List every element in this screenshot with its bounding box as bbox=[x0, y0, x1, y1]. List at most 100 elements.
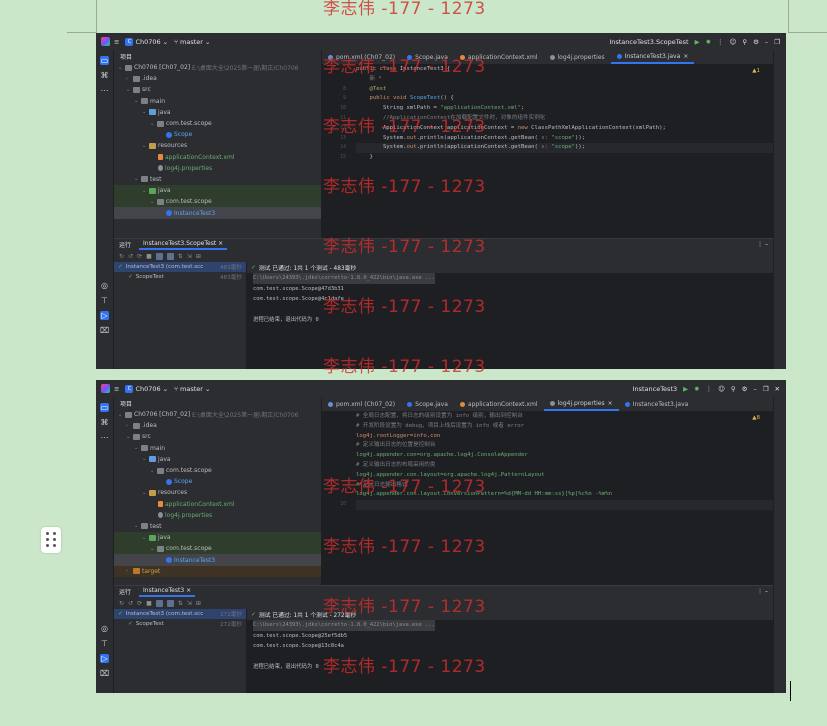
tree-item-applicationcontext[interactable]: applicationContext.xml bbox=[114, 499, 321, 510]
run-icon[interactable]: ▶ bbox=[683, 385, 688, 393]
tree-item-idea[interactable]: › .idea bbox=[114, 420, 321, 431]
show-passed-toggle[interactable] bbox=[155, 599, 163, 607]
test-result-row[interactable]: ✓ ScopeTest 483毫秒 bbox=[114, 272, 246, 282]
branch-switcher[interactable]: ⑂ master ⌄ bbox=[174, 385, 210, 393]
run-config-selector[interactable]: InstanceTest3 bbox=[633, 385, 678, 393]
settings-icon[interactable]: ⚙ bbox=[742, 385, 748, 393]
rerun-icon[interactable]: ↻ bbox=[119, 600, 124, 607]
settings-icon[interactable]: ⚙ bbox=[753, 38, 759, 46]
branch-switcher[interactable]: ⑂ master ⌄ bbox=[174, 38, 210, 46]
tab-applicationcontext[interactable]: applicationContext.xml bbox=[454, 50, 544, 64]
services-tool-icon[interactable]: ◎ bbox=[100, 624, 109, 633]
more-icon[interactable]: ⋮ bbox=[706, 385, 713, 393]
rerun-failed-icon[interactable]: ↺ bbox=[128, 253, 133, 260]
tree-item-test[interactable]: ⌄ test bbox=[114, 174, 321, 185]
tree-item-main[interactable]: ⌄ main bbox=[114, 443, 321, 454]
drag-handle-icon[interactable] bbox=[41, 527, 61, 553]
code-content[interactable]: # 全局日志配置，将日志的级别设置为 info 级别，输出到控制台 # 开发阶段… bbox=[340, 412, 774, 585]
test-result-row[interactable]: ✓ InstanceTest3 (com.test.scc 272毫秒 bbox=[114, 609, 246, 619]
rerun-icon[interactable]: ↻ bbox=[119, 253, 124, 260]
close-icon[interactable]: × bbox=[608, 400, 613, 407]
expand-icon[interactable]: ⊞ bbox=[196, 253, 201, 260]
run-tool-icon[interactable]: ▷ bbox=[100, 654, 109, 663]
tree-item-main-java[interactable]: ⌄ java bbox=[114, 107, 321, 118]
tab-applicationcontext[interactable]: applicationContext.xml bbox=[454, 397, 544, 411]
tree-item-resources[interactable]: ⌄ resources bbox=[114, 487, 321, 498]
search-icon[interactable]: ⚲ bbox=[742, 38, 747, 46]
restore-icon[interactable]: ❐ bbox=[763, 385, 769, 393]
tab-pom[interactable]: pom.xml (Ch07_02) bbox=[322, 397, 401, 411]
tree-item-src[interactable]: ⌄ src bbox=[114, 431, 321, 442]
run-config-selector[interactable]: InstanceTest3.ScopeTest bbox=[609, 38, 688, 46]
tree-item-log4j[interactable]: log4j.properties bbox=[114, 510, 321, 521]
project-switcher[interactable]: C Ch0706 ⌄ bbox=[125, 37, 168, 46]
menu-icon[interactable]: ≡ bbox=[114, 38, 119, 46]
stop-icon[interactable]: ■ bbox=[146, 253, 152, 260]
project-switcher[interactable]: C Ch0706 ⌄ bbox=[125, 384, 168, 393]
tree-item-main[interactable]: ⌄ main bbox=[114, 96, 321, 107]
toggle-auto-test-icon[interactable]: ⟳ bbox=[137, 253, 142, 260]
structure-tool-icon[interactable]: ⌘ bbox=[100, 418, 109, 427]
sort-icon[interactable]: ⇅ bbox=[178, 253, 183, 260]
show-ignored-toggle[interactable] bbox=[166, 599, 174, 607]
more-tools-icon[interactable]: ⋯ bbox=[100, 433, 109, 442]
test-result-row[interactable]: ✓ ScopeTest 272毫秒 bbox=[114, 619, 246, 629]
more-icon[interactable]: ⋮ – bbox=[757, 241, 774, 248]
menu-icon[interactable]: ≡ bbox=[114, 385, 119, 393]
tree-item-src[interactable]: ⌄ src bbox=[114, 84, 321, 95]
import-icon[interactable]: ⇲ bbox=[187, 253, 192, 260]
tree-item-target[interactable]: › target bbox=[114, 565, 321, 577]
tab-log4j[interactable]: log4j.properties × bbox=[543, 397, 619, 411]
tree-item-instancetest3[interactable]: InstanceTest3 bbox=[114, 554, 321, 566]
build-tool-icon[interactable]: ⊤ bbox=[100, 296, 109, 305]
build-tool-icon[interactable]: ⊤ bbox=[100, 639, 109, 648]
search-icon[interactable]: ⚲ bbox=[731, 385, 736, 393]
tree-item-package-main[interactable]: ⌄ com.test.scope bbox=[114, 465, 321, 476]
tree-item-test[interactable]: ⌄ test bbox=[114, 521, 321, 532]
stop-icon[interactable]: ■ bbox=[146, 600, 152, 607]
tab-instancetest3[interactable]: InstanceTest3.java × bbox=[610, 50, 695, 64]
terminal-tool-icon[interactable]: ⌧ bbox=[100, 326, 109, 335]
tab-instancetest3[interactable]: InstanceTest3.java bbox=[619, 397, 695, 411]
debug-icon[interactable]: ✹ bbox=[694, 385, 699, 393]
run-tab[interactable]: InstanceTest3.ScopeTest × bbox=[139, 239, 228, 250]
tab-pom[interactable]: pom.xml (Ch07_02) bbox=[322, 50, 401, 64]
tab-scope[interactable]: Scope.java bbox=[401, 50, 454, 64]
tree-item-scope[interactable]: Scope bbox=[114, 129, 321, 140]
console-output[interactable]: ✓ 测试 已通过: 1共 1 个测试 - 483毫秒 C:\Users\24393… bbox=[247, 262, 774, 369]
tree-item-test-java[interactable]: ⌄ java bbox=[114, 185, 321, 197]
tree-item-applicationcontext[interactable]: applicationContext.xml bbox=[114, 152, 321, 163]
test-result-row[interactable]: ✓ InstanceTest3 (com.test.scc 483毫秒 bbox=[114, 262, 246, 272]
project-tool-icon[interactable]: ▭ bbox=[100, 403, 109, 412]
structure-tool-icon[interactable]: ⌘ bbox=[100, 71, 109, 80]
show-ignored-toggle[interactable] bbox=[166, 252, 174, 260]
terminal-tool-icon[interactable]: ⌧ bbox=[100, 669, 109, 678]
tree-item-root[interactable]: ⌄ Ch0706 [Ch07_02] E:\桌面大全\2025第一届\期正/Ch0… bbox=[114, 409, 321, 420]
tree-item-resources[interactable]: ⌄ resources bbox=[114, 140, 321, 151]
toggle-auto-test-icon[interactable]: ⟳ bbox=[137, 600, 142, 607]
close-window-icon[interactable]: ✕ bbox=[775, 385, 780, 393]
code-content[interactable]: public class InstanceTest3 { 新 * 8 @Test… bbox=[340, 65, 774, 259]
tree-item-package-main[interactable]: ⌄ com.test.scope bbox=[114, 118, 321, 129]
tree-item-log4j[interactable]: log4j.properties bbox=[114, 163, 321, 174]
tree-item-instancetest3[interactable]: InstanceTest3 bbox=[114, 207, 321, 219]
tree-item-package-test[interactable]: ⌄ com.test.scope bbox=[114, 196, 321, 208]
import-icon[interactable]: ⇲ bbox=[187, 600, 192, 607]
show-passed-toggle[interactable] bbox=[155, 252, 163, 260]
tree-item-scope[interactable]: Scope bbox=[114, 476, 321, 487]
account-icon[interactable]: ☺ bbox=[718, 385, 725, 393]
expand-icon[interactable]: ⊞ bbox=[196, 600, 201, 607]
tree-item-test-java[interactable]: ⌄ java bbox=[114, 532, 321, 544]
run-icon[interactable]: ▶ bbox=[695, 38, 700, 46]
project-tool-icon[interactable]: ▭ bbox=[100, 56, 109, 65]
more-tools-icon[interactable]: ⋯ bbox=[100, 86, 109, 95]
run-tab[interactable]: InstanceTest3 × bbox=[139, 586, 196, 597]
more-icon[interactable]: ⋮ bbox=[717, 38, 724, 46]
rerun-failed-icon[interactable]: ↺ bbox=[128, 600, 133, 607]
tab-log4j[interactable]: log4j.properties bbox=[544, 50, 611, 64]
restore-icon[interactable]: ❐ bbox=[774, 38, 780, 46]
console-output[interactable]: ✓ 测试 已通过: 1共 1 个测试 - 272毫秒 C:\Users\24393… bbox=[247, 609, 774, 693]
tree-item-idea[interactable]: › .idea bbox=[114, 73, 321, 84]
debug-icon[interactable]: ✹ bbox=[706, 38, 711, 46]
tree-item-main-java[interactable]: ⌄ java bbox=[114, 454, 321, 465]
